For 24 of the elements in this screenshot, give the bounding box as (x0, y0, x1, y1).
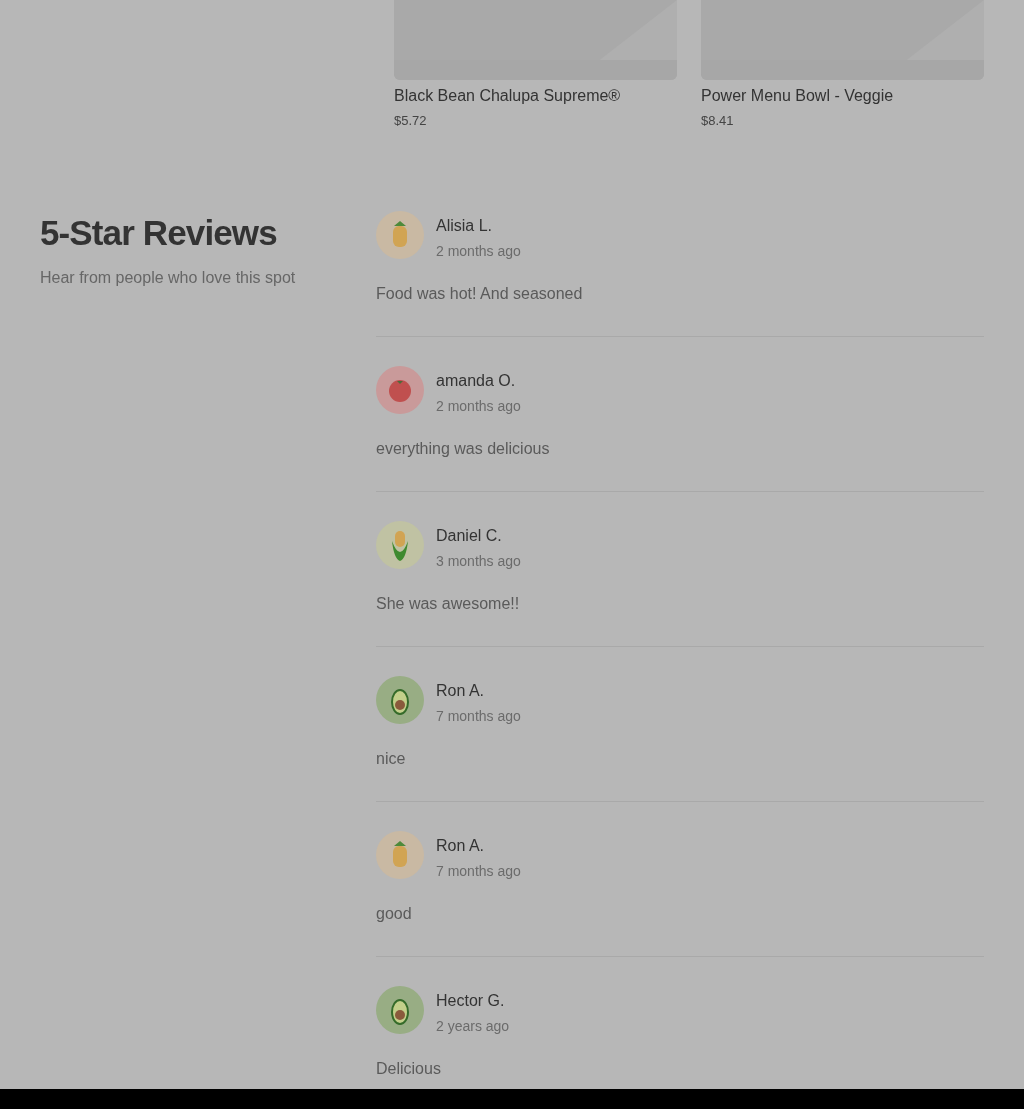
item-price: $8.41 (701, 112, 735, 130)
section-subtitle: Hear from people who love this spot (40, 268, 297, 289)
reviewer-name: Ron A. (436, 680, 486, 701)
item-name[interactable]: Power Menu Bowl - Veggie (701, 84, 984, 108)
review-date: 7 months ago (436, 861, 521, 881)
review-text: good (376, 903, 413, 924)
review-text: nice (376, 748, 407, 769)
review-text: She was awesome!! (376, 593, 521, 614)
reviewer-name: Ron A. (436, 835, 486, 856)
review-date: 3 months ago (436, 551, 521, 571)
section-title: 5-Star Reviews (40, 211, 278, 254)
review-date: 2 years ago (436, 1016, 510, 1036)
item-price: $5.72 (394, 112, 428, 130)
reviewer-name: Daniel C. (436, 525, 503, 546)
review-text: everything was delicious (376, 438, 551, 459)
review-text: Food was hot! And seasoned (376, 283, 584, 304)
item-name[interactable]: Black Bean Chalupa Supreme® (394, 84, 677, 108)
review-date: 2 months ago (436, 241, 521, 261)
review-text: Delicious (376, 1058, 442, 1079)
review-date: 2 months ago (436, 396, 521, 416)
reviewer-name: Hector G. (436, 990, 506, 1011)
reviewer-name: Alisia L. (436, 215, 494, 236)
review-date: 7 months ago (436, 706, 521, 726)
reviewer-name: amanda O. (436, 370, 517, 391)
